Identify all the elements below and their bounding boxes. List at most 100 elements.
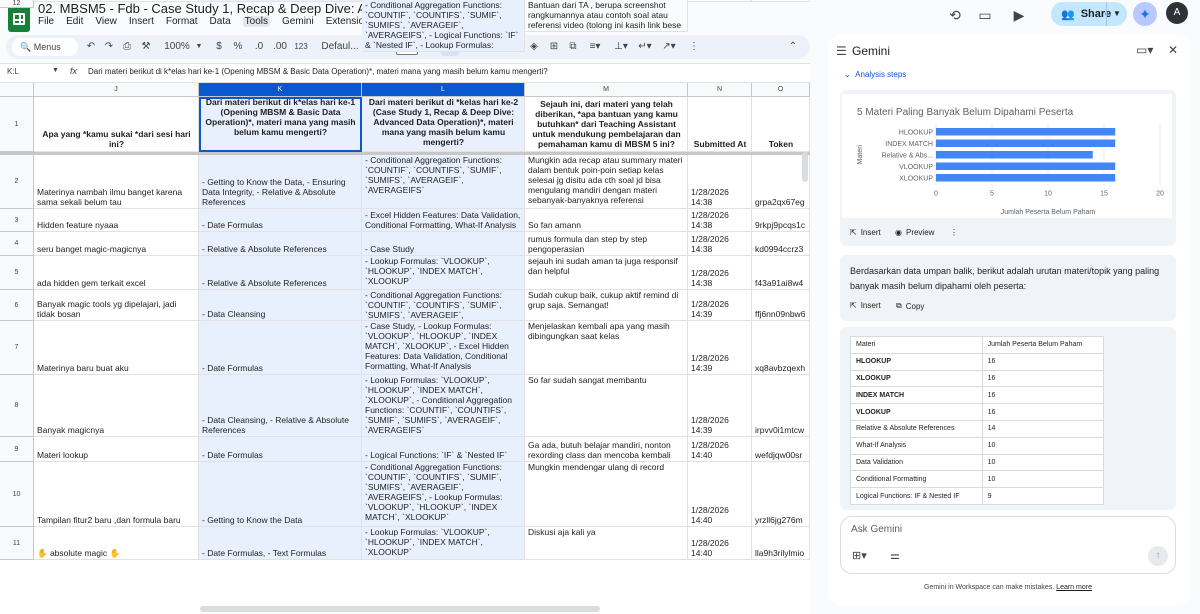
cell-m[interactable]: Sudah cukup baik, cukup aktif remind di … bbox=[525, 290, 688, 321]
merge-cells-icon[interactable]: ⧉ bbox=[566, 38, 580, 56]
cell-o[interactable]: xq8avbzqexh bbox=[752, 321, 810, 375]
ask-gemini-input[interactable]: Ask Gemini bbox=[851, 524, 902, 535]
cell-l[interactable]: - Logical Functions: `IF` & `Nested IF` bbox=[362, 437, 525, 462]
menu-file[interactable]: File bbox=[38, 16, 54, 27]
hamburger-icon[interactable]: ☰ bbox=[836, 44, 847, 58]
cell-n[interactable]: 1/28/2026 14:38 bbox=[688, 256, 752, 290]
column-header-j[interactable]: J bbox=[34, 83, 199, 97]
cell-n[interactable]: 1/28/2026 14:38 bbox=[688, 232, 752, 256]
learn-more-link[interactable]: Learn more bbox=[1056, 584, 1092, 591]
row-header[interactable]: 10 bbox=[0, 462, 34, 527]
cell-n[interactable]: 1/28/2026 14:38 bbox=[688, 155, 752, 209]
cell-m[interactable]: So fan amann bbox=[525, 209, 688, 232]
cell-o[interactable]: 9rkpj9pcqs1c bbox=[752, 209, 810, 232]
cell-l[interactable]: - Conditional Aggregation Functions: `CO… bbox=[362, 155, 525, 209]
text-wrap-icon[interactable]: ↵▾ bbox=[634, 38, 656, 56]
cell-n[interactable]: 1/28/2026 14:40 bbox=[688, 527, 752, 560]
cell-n[interactable]: 1/28/2026 14:39 bbox=[688, 290, 752, 321]
cell-j[interactable]: Tampilan fitur2 baru ,dan formula baru bbox=[34, 462, 199, 527]
zoom-caret-icon[interactable]: ▼ bbox=[194, 38, 204, 56]
cell-n[interactable]: 1/28/2026 14:40 bbox=[688, 437, 752, 462]
panel-view-icon[interactable]: ▭▾ bbox=[1136, 43, 1153, 57]
table-source-icon[interactable]: ⊞▾ bbox=[852, 549, 867, 562]
cell-j[interactable]: ada hidden gem terkait excel bbox=[34, 256, 199, 290]
header-cell-m[interactable]: Sejauh ini, dari materi yang telah diber… bbox=[525, 97, 688, 152]
increase-decimal-button[interactable]: .00 bbox=[270, 38, 290, 56]
row-header[interactable]: 5 bbox=[0, 256, 34, 290]
cell-n[interactable]: 1/28/2026 14:39 bbox=[688, 321, 752, 375]
cell-j[interactable]: ✋ absolute magic ✋ bbox=[34, 527, 199, 560]
header-cell-n[interactable]: Submitted At bbox=[688, 97, 752, 152]
row-header[interactable]: 2 bbox=[0, 155, 34, 209]
cell-m[interactable]: sejauh ini sudah aman ta juga responsif … bbox=[525, 256, 688, 290]
cell-k[interactable]: - Date Formulas bbox=[199, 209, 362, 232]
more-options-icon[interactable]: ⋮ bbox=[950, 228, 958, 237]
cell-l[interactable]: - Case Study bbox=[362, 232, 525, 256]
cell-o[interactable]: ffj6nn09nbw6 bbox=[752, 290, 810, 321]
cell-k[interactable]: - Data Cleansing, - Relative & Absolute … bbox=[199, 375, 362, 437]
cell-j[interactable] bbox=[34, 0, 199, 2]
cell-j[interactable]: Materi lookup bbox=[34, 437, 199, 462]
paint-format-icon[interactable]: ⚒ bbox=[139, 38, 153, 56]
tune-icon[interactable]: ⚌ bbox=[890, 549, 900, 562]
cell-l[interactable]: - Excel Hidden Features: Data Validation… bbox=[362, 209, 525, 232]
vertical-align-icon[interactable]: ⊥▾ bbox=[610, 38, 632, 56]
row-header[interactable]: 11 bbox=[0, 527, 34, 560]
send-icon[interactable]: ↑ bbox=[1148, 546, 1168, 566]
cell-l[interactable]: - Lookup Formulas: `VLOOKUP`, `HLOOKUP`,… bbox=[362, 375, 525, 437]
cell-o[interactable]: yrzll6jg276m bbox=[752, 462, 810, 527]
cell-o[interactable]: lla9h3rilylmio bbox=[752, 527, 810, 560]
cell-j[interactable]: Materinya baru buat aku bbox=[34, 321, 199, 375]
cell-n[interactable]: 1/28/2026 14:38 bbox=[688, 209, 752, 232]
cell-m[interactable]: Diskusi aja kali ya bbox=[525, 527, 688, 560]
cell-n[interactable]: 1/28/2026 14:39 bbox=[688, 375, 752, 437]
cell-j[interactable]: Hidden feature nyaaa bbox=[34, 209, 199, 232]
cell-m[interactable]: Bantuan dari TA , berupa screenshot rang… bbox=[525, 0, 688, 32]
cell-k[interactable]: - Relative & Absolute References bbox=[199, 256, 362, 290]
freeze-line[interactable] bbox=[0, 152, 810, 155]
cell-k[interactable]: - Getting to Know the Data, - Ensuring D… bbox=[199, 155, 362, 209]
cell-j[interactable]: Banyak magic tools yg dipelajari, jadi t… bbox=[34, 290, 199, 321]
sheets-logo-icon[interactable] bbox=[8, 4, 30, 32]
borders-icon[interactable]: ⊞ bbox=[547, 38, 561, 56]
cell-m[interactable]: Mungkin mendengar ulang di record bbox=[525, 462, 688, 527]
collapse-toolbar-icon[interactable]: ⌃ bbox=[785, 38, 801, 56]
formula-input[interactable]: Dari materi berikut di k*elas hari ke-1 … bbox=[88, 67, 548, 76]
cell-m[interactable]: rumus formula dan step by step pengopera… bbox=[525, 232, 688, 256]
row-header[interactable]: 3 bbox=[0, 209, 34, 232]
cell-j[interactable]: Banyak magicnya bbox=[34, 375, 199, 437]
menu-view[interactable]: View bbox=[95, 16, 117, 27]
decrease-decimal-button[interactable]: .0 bbox=[251, 38, 267, 56]
cell-l[interactable]: - Lookup Formulas: `VLOOKUP`, `HLOOKUP`,… bbox=[362, 527, 525, 560]
cell-k[interactable]: - Relative & Absolute References bbox=[199, 232, 362, 256]
column-header-o[interactable]: O bbox=[752, 83, 810, 97]
menu-format[interactable]: Format bbox=[166, 16, 198, 27]
row-header[interactable]: 6 bbox=[0, 290, 34, 321]
cell-k[interactable]: - Getting to Know the Data bbox=[199, 462, 362, 527]
menu-gemini[interactable]: Gemini bbox=[282, 16, 314, 27]
column-header-m[interactable]: M bbox=[525, 83, 688, 97]
cell-j[interactable]: seru banget magic-magicnya bbox=[34, 232, 199, 256]
cell-o[interactable]: wefdjqw00sr bbox=[752, 437, 810, 462]
insert-answer-button[interactable]: ⇱ Insert bbox=[850, 301, 881, 310]
cell-m[interactable]: So far sudah sangat membantu bbox=[525, 375, 688, 437]
font-select[interactable]: Defaul... bbox=[318, 38, 362, 56]
column-header-n[interactable]: N bbox=[688, 83, 752, 97]
avatar[interactable]: A bbox=[1166, 2, 1188, 24]
undo-icon[interactable]: ↶ bbox=[84, 38, 98, 56]
cell-o[interactable]: irpvv0i1mtcw bbox=[752, 375, 810, 437]
row-header[interactable]: 7 bbox=[0, 321, 34, 375]
header-cell-o[interactable]: Token bbox=[752, 97, 810, 152]
copy-answer-button[interactable]: ⧉ Copy bbox=[896, 301, 924, 311]
select-all-corner[interactable] bbox=[0, 83, 34, 97]
name-box[interactable]: K:L bbox=[7, 67, 19, 76]
cell-l[interactable]: - Conditional Aggregation Functions: `CO… bbox=[362, 0, 525, 52]
cell-l[interactable]: - Conditional Aggregation Functions: `CO… bbox=[362, 462, 525, 527]
cell-n[interactable] bbox=[688, 0, 752, 2]
menu-insert[interactable]: Insert bbox=[129, 16, 154, 27]
cell-o[interactable] bbox=[752, 0, 810, 2]
functions-icon[interactable]: ⋮ bbox=[684, 38, 704, 56]
meet-icon[interactable]: ▶ bbox=[1008, 4, 1030, 26]
row-header-1[interactable]: 1 bbox=[0, 97, 34, 152]
share-dropdown-icon[interactable]: ▼ bbox=[1106, 2, 1127, 26]
